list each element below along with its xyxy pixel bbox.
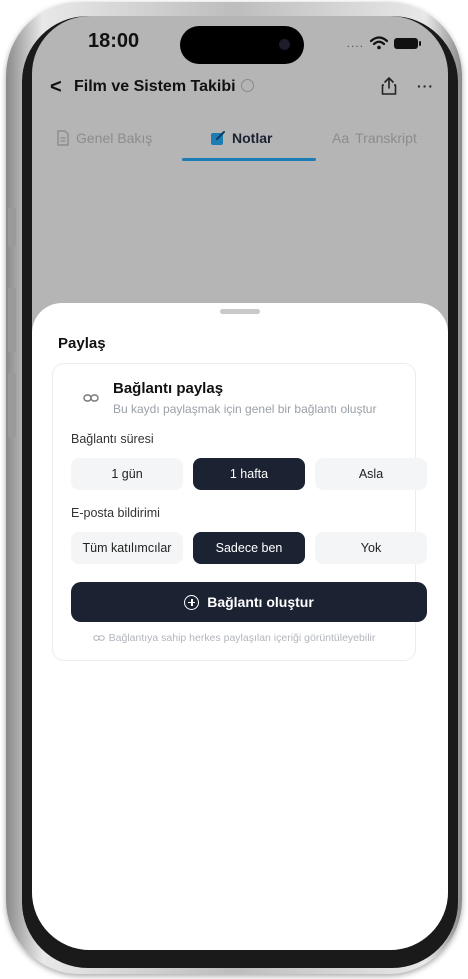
- wifi-icon: [370, 36, 388, 50]
- footnote: Bağlantıya sahip herkes paylaşılan içeri…: [53, 632, 415, 644]
- sheet-grabber[interactable]: [220, 309, 260, 314]
- duration-option-1-week[interactable]: 1 hafta: [193, 458, 305, 490]
- share-sheet: Paylaş Bağlantı paylaş Bu kaydı paylaşma…: [32, 303, 448, 950]
- document-icon: [57, 130, 69, 146]
- footnote-link-icon: [92, 635, 105, 641]
- more-icon[interactable]: ···: [417, 78, 434, 94]
- tab-notes-label: Notlar: [232, 130, 273, 146]
- info-icon[interactable]: [240, 79, 254, 93]
- page-title-text: Film ve Sistem Takibi: [74, 78, 236, 95]
- notes-icon: [211, 131, 225, 145]
- action-button: [8, 207, 16, 247]
- tab-overview[interactable]: Genel Bakış: [56, 130, 152, 146]
- duration-label: Bağlantı süresi: [71, 432, 154, 446]
- link-icon: [83, 394, 99, 402]
- duration-option-1-day[interactable]: 1 gün: [71, 458, 183, 490]
- email-option-only-me[interactable]: Sadece ben: [193, 532, 305, 564]
- tab-indicator: [182, 158, 316, 161]
- share-description: Bu kaydı paylaşmak için genel bir bağlan…: [113, 402, 377, 416]
- volume-down-button: [8, 372, 16, 438]
- battery-icon: [394, 37, 421, 49]
- back-button[interactable]: <: [50, 76, 62, 99]
- text-icon: Aa: [332, 130, 350, 146]
- dynamic-island: [180, 26, 304, 64]
- tab-overview-label: Genel Bakış: [76, 130, 153, 146]
- create-link-button[interactable]: Bağlantı oluştur: [71, 582, 427, 622]
- email-label: E-posta bildirimi: [71, 506, 160, 520]
- page-title: Film ve Sistem Takibi: [74, 78, 254, 96]
- plus-circle-icon: [184, 594, 200, 610]
- create-link-label: Bağlantı oluştur: [207, 594, 314, 610]
- email-option-all[interactable]: Tüm katılımcılar: [71, 532, 183, 564]
- screen: 18:00 .... < Film ve Sistem Takibi ··· G…: [32, 16, 448, 950]
- nav-bar: < Film ve Sistem Takibi ···: [32, 72, 448, 104]
- tab-notes[interactable]: Notlar: [210, 130, 272, 146]
- link-icon-wrapper: [75, 382, 107, 414]
- status-icons: ....: [346, 36, 421, 50]
- tab-transcript-label: Transkript: [355, 130, 417, 146]
- volume-up-button: [8, 287, 16, 353]
- share-icon[interactable]: [380, 76, 398, 96]
- footnote-text: Bağlantıya sahip herkes paylaşılan içeri…: [108, 632, 376, 644]
- email-option-none[interactable]: Yok: [315, 532, 427, 564]
- status-time: 18:00: [88, 30, 140, 52]
- duration-option-never[interactable]: Asla: [315, 458, 427, 490]
- cellular-icon: ....: [346, 36, 364, 50]
- share-heading: Bağlantı paylaş: [113, 380, 224, 397]
- tab-transcript[interactable]: Aa Transkript: [332, 130, 417, 146]
- tab-bar: Genel Bakış Notlar Aa Transkript: [32, 124, 448, 164]
- sheet-title: Paylaş: [58, 335, 106, 352]
- share-link-card: Bağlantı paylaş Bu kaydı paylaşmak için …: [52, 363, 427, 661]
